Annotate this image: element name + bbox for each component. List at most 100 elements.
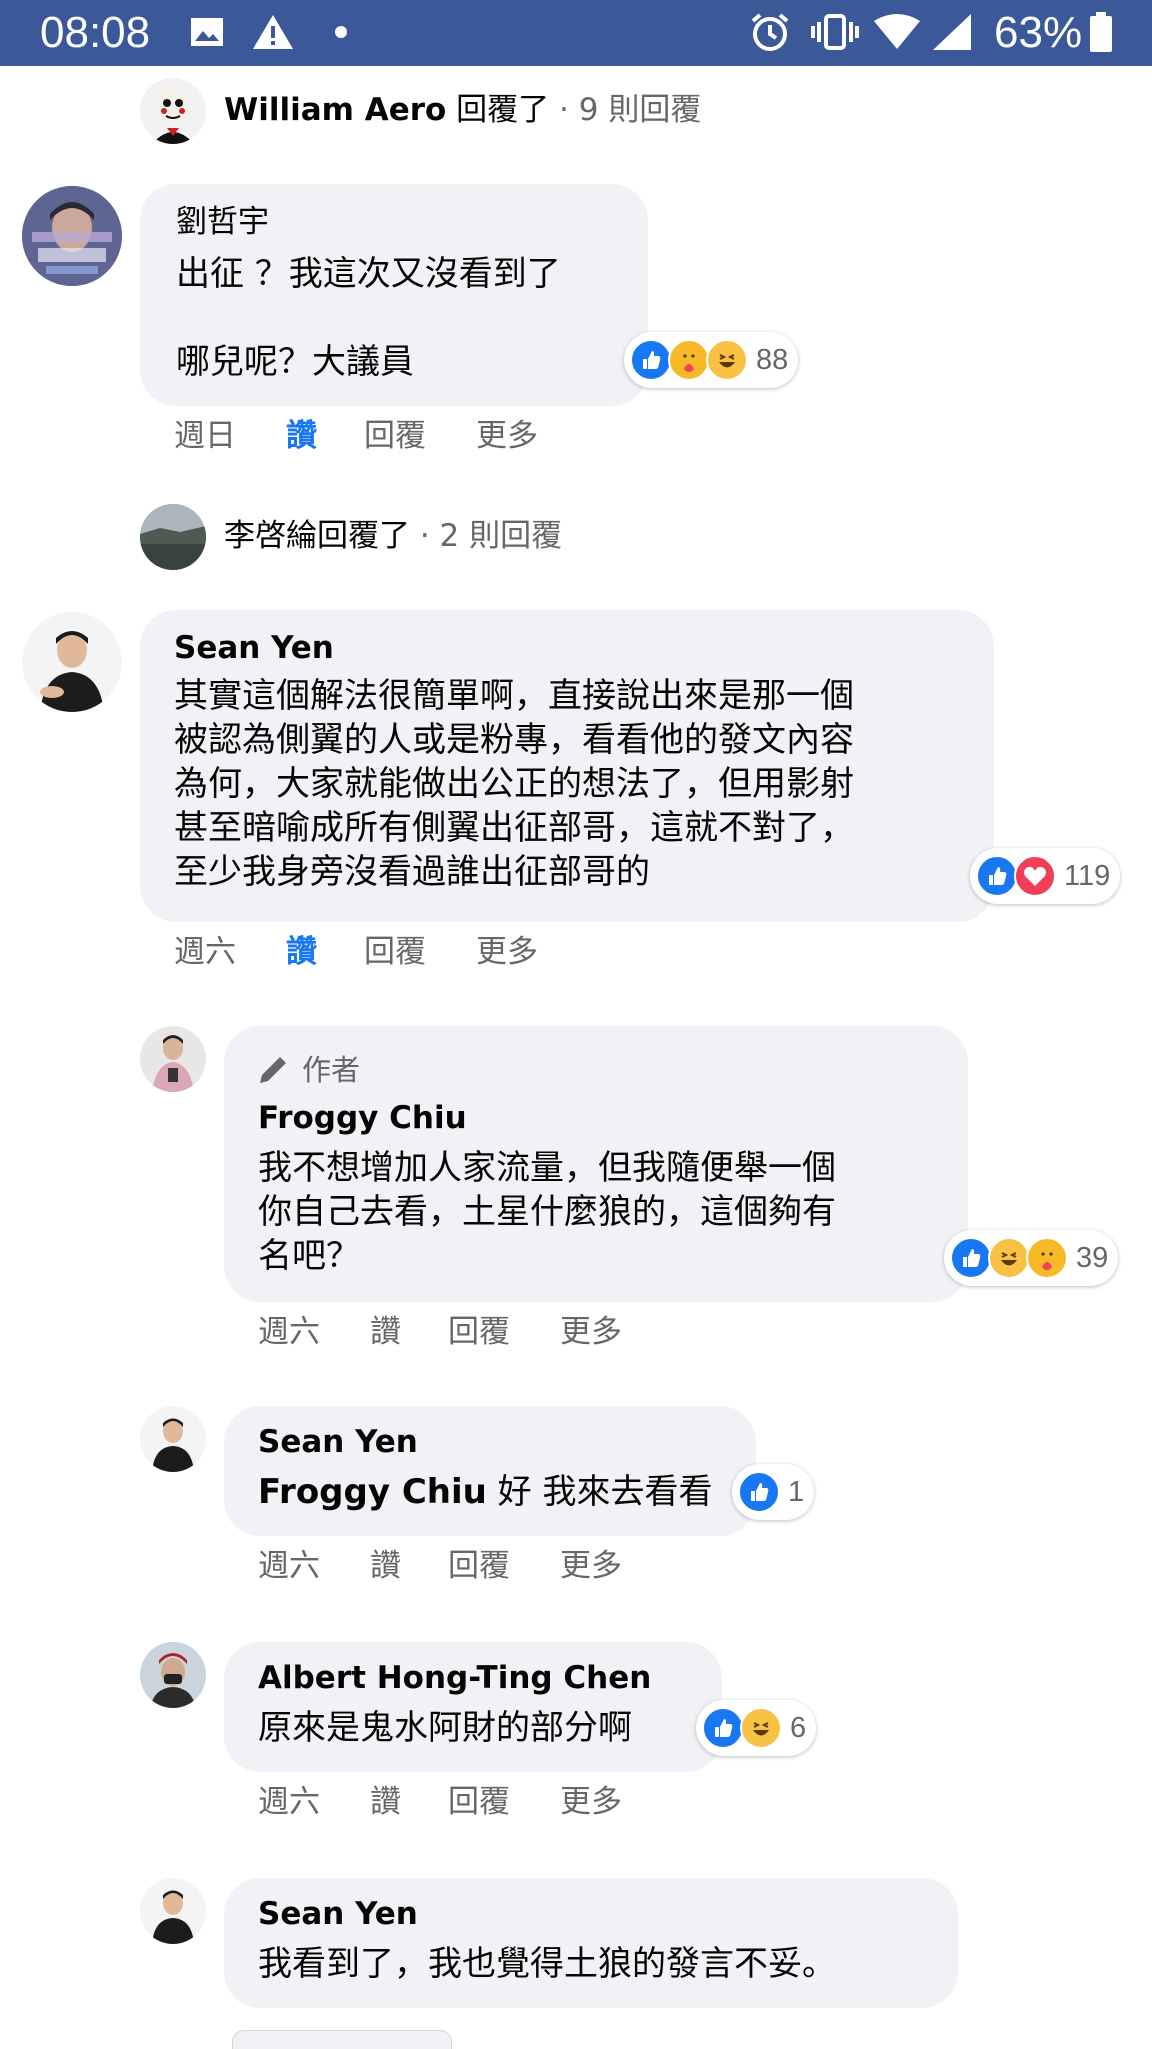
reactions-summary[interactable]: 119 [970, 848, 1121, 904]
reply-button[interactable]: 回覆 [448, 1546, 510, 1586]
reply-summary-verb: 回覆了 [446, 92, 550, 128]
comment-time: 週六 [174, 934, 236, 970]
like-reaction-icon [738, 1471, 780, 1513]
comment-author[interactable]: Froggy Chiu [258, 1098, 467, 1138]
comment-bubble[interactable]: 劉哲宇 出征 ？我這次又沒看到了 哪兒呢？大議員 [140, 184, 648, 406]
comment-text: Froggy Chiu 好 我來去看看 [258, 1470, 713, 1514]
battery-percent: 63% [994, 8, 1083, 57]
reply-summary-2[interactable]: 李啓綸回覆了 · 2 則回覆 [224, 516, 562, 556]
like-reaction-icon [950, 1237, 992, 1279]
reply-button[interactable]: 回覆 [448, 1782, 510, 1822]
avatar-sean-yen[interactable] [140, 1878, 206, 1944]
comment-text-line: 名吧？ [258, 1236, 360, 1276]
mention-link[interactable]: Froggy Chiu [258, 1472, 487, 1512]
like-button[interactable]: 讚 [370, 1782, 401, 1822]
attachment-thumbnail[interactable] [232, 2030, 452, 2049]
like-reaction-icon [702, 1707, 744, 1749]
wifi-icon [874, 12, 920, 52]
haha-reaction-icon [706, 339, 748, 381]
vibrate-icon [810, 12, 860, 52]
comment-time: 週六 [258, 1784, 320, 1820]
love-reaction-icon [1014, 855, 1056, 897]
comment-bubble[interactable]: 作者 Froggy Chiu 我不想增加人家流量，但我隨便舉一個 你自己去看，土… [224, 1026, 968, 1302]
comment-bubble[interactable]: Sean Yen Froggy Chiu 好 我來去看看 [224, 1406, 756, 1536]
reply-button[interactable]: 回覆 [448, 1312, 510, 1352]
reactions-count: 1 [788, 1475, 805, 1508]
reactions-summary[interactable]: 39 [944, 1230, 1119, 1286]
comment-author[interactable]: Albert Hong-Ting Chen [258, 1658, 651, 1698]
comment-text: 我看到了，我也覺得土狼的發言不妥。 [258, 1944, 836, 1984]
care-reaction-icon [668, 339, 710, 381]
comment-time: 週六 [258, 1314, 320, 1350]
signal-icon [930, 12, 974, 52]
haha-reaction-icon [740, 1707, 782, 1749]
gallery-icon [190, 12, 224, 52]
avatar-albert-chen[interactable] [140, 1642, 206, 1708]
avatar-li[interactable] [140, 504, 206, 570]
reactions-summary[interactable]: 6 [696, 1700, 817, 1756]
comment-text-line: 被認為側翼的人或是粉專，看看他的發文內容 [174, 720, 854, 760]
comment-text: 原來是鬼水阿財的部分啊 [258, 1708, 632, 1748]
reply-summary-1[interactable]: William Aero 回覆了 · 9 則回覆 [224, 90, 701, 130]
status-time: 08:08 [40, 8, 151, 57]
reply-summary-count: · 9 則回覆 [549, 92, 702, 128]
like-reaction-icon [630, 339, 672, 381]
comment-text-line: 出征 ？我這次又沒看到了 [176, 254, 561, 294]
comment-bubble[interactable]: Sean Yen 其實這個解法很簡單啊，直接說出來是那一個 被認為側翼的人或是粉… [140, 610, 994, 922]
battery-icon [1090, 12, 1112, 52]
pencil-icon [260, 1057, 286, 1083]
reactions-summary[interactable]: 1 [732, 1464, 815, 1520]
alarm-icon [748, 12, 792, 52]
comment-actions: 週六 讚 回覆 更多 [174, 932, 674, 972]
comment-text-line: 為何，大家就能做出公正的想法了，但用影射 [174, 764, 854, 804]
more-button[interactable]: 更多 [560, 1546, 622, 1586]
comment-time: 週六 [258, 1548, 320, 1584]
reactions-count: 119 [1064, 859, 1111, 892]
comment-text-line: 你自己去看，土星什麼狼的，這個夠有 [258, 1192, 836, 1232]
comment-actions: 週六 讚 回覆 更多 [258, 1312, 758, 1352]
comment-text-body: 好 我來去看看 [486, 1472, 713, 1512]
reply-summary-count: · 2 則回覆 [410, 518, 563, 554]
like-reaction-icon [976, 855, 1018, 897]
avatar-liu[interactable] [22, 186, 122, 286]
like-button[interactable]: 讚 [370, 1546, 401, 1586]
comment-text-line: 其實這個解法很簡單啊，直接說出來是那一個 [174, 676, 854, 716]
reply-summary-name: William Aero [224, 92, 447, 128]
like-button[interactable]: 讚 [286, 416, 317, 456]
avatar-william-aero[interactable] [140, 78, 206, 144]
reactions-count: 6 [790, 1711, 807, 1744]
comment-actions: 週日 讚 回覆 更多 [174, 416, 674, 456]
reactions-count: 88 [756, 343, 789, 376]
comment-author[interactable]: Sean Yen [258, 1894, 418, 1934]
reply-button[interactable]: 回覆 [364, 416, 426, 456]
comment-author[interactable]: Sean Yen [258, 1422, 418, 1462]
care-reaction-icon [1026, 1237, 1068, 1279]
like-button[interactable]: 讚 [286, 932, 317, 972]
more-button[interactable]: 更多 [476, 932, 538, 972]
author-badge-label: 作者 [302, 1053, 361, 1087]
author-badge: 作者 [256, 1050, 360, 1090]
status-bar: 08:08 63% [0, 0, 1152, 66]
comment-bubble[interactable]: Albert Hong-Ting Chen 原來是鬼水阿財的部分啊 [224, 1642, 722, 1772]
haha-reaction-icon [988, 1237, 1030, 1279]
comment-text-line: 甚至暗喻成所有側翼出征部哥，這就不對了， [174, 808, 854, 848]
reply-summary-name: 李啓綸回覆了 [224, 518, 410, 554]
more-button[interactable]: 更多 [476, 416, 538, 456]
comment-bubble[interactable]: Sean Yen 我看到了，我也覺得土狼的發言不妥。 [224, 1878, 958, 2008]
more-button[interactable]: 更多 [560, 1312, 622, 1352]
avatar-sean-yen[interactable] [22, 612, 122, 712]
reactions-count: 39 [1076, 1241, 1109, 1274]
comment-author[interactable]: Sean Yen [174, 628, 334, 668]
more-button[interactable]: 更多 [560, 1782, 622, 1822]
avatar-sean-yen[interactable] [140, 1406, 206, 1472]
comment-actions: 週六 讚 回覆 更多 [258, 1782, 758, 1822]
reply-button[interactable]: 回覆 [364, 932, 426, 972]
comment-time: 週日 [174, 418, 236, 454]
comment-actions: 週六 讚 回覆 更多 [258, 1546, 758, 1586]
comment-author[interactable]: 劉哲宇 [176, 202, 269, 242]
avatar-froggy-chiu[interactable] [140, 1026, 206, 1092]
comment-text-line: 我不想增加人家流量，但我隨便舉一個 [258, 1148, 836, 1188]
dot-icon [334, 12, 348, 52]
reactions-summary[interactable]: 88 [624, 332, 799, 388]
like-button[interactable]: 讚 [370, 1312, 401, 1352]
